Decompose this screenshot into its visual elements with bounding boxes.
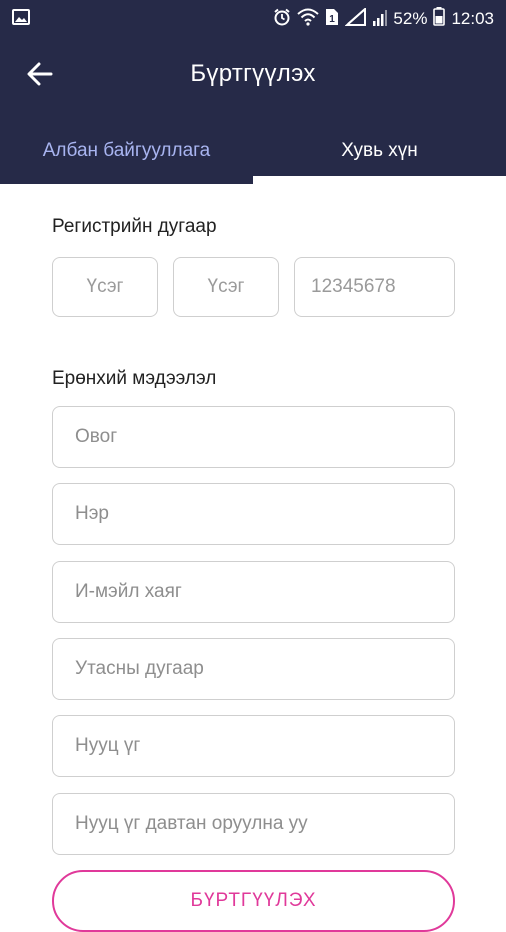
tab-organization[interactable]: Албан байгууллага (0, 118, 253, 184)
battery-percent: 52% (393, 9, 428, 28)
register-button[interactable]: БҮРТГҮҮЛЭХ (52, 870, 455, 932)
app-bar: Бүртгүүлэх (0, 40, 506, 112)
tab-individual[interactable]: Хувь хүн (253, 118, 506, 184)
registration-number-label: Регистрийн дугаар (52, 216, 217, 237)
tab-bar: Албан байгууллага Хувь хүн (0, 118, 506, 184)
register-number-input[interactable]: 12345678 (294, 257, 455, 317)
wifi-icon (297, 8, 320, 31)
clock: 12:03 (451, 9, 494, 28)
register-letter-1-input[interactable]: Үсэг (52, 257, 158, 317)
battery-icon (433, 7, 446, 31)
active-tab-indicator (253, 176, 506, 184)
svg-text:1: 1 (330, 14, 336, 25)
status-bar: 1 52% 12:03 (0, 0, 506, 34)
password-input[interactable]: Нууц үг (52, 715, 455, 777)
page-title: Бүртгүүлэх (190, 60, 316, 87)
register-letter-2-input[interactable]: Үсэг (173, 257, 279, 317)
phone-input[interactable]: Утасны дугаар (52, 638, 455, 700)
password-confirm-input[interactable]: Нууц үг давтан оруулна уу (52, 793, 455, 855)
image-icon (12, 9, 30, 30)
sim-icon: 1 (325, 8, 339, 31)
no-signal-icon (344, 6, 367, 31)
email-input[interactable]: И-мэйл хаяг (52, 561, 455, 623)
last-name-input[interactable]: Овог (52, 406, 455, 468)
general-info-label: Ерөнхий мэдээлэл (52, 368, 217, 389)
alarm-icon (273, 8, 291, 31)
registration-form: Регистрийн дугаар Үсэг Үсэг 12345678 Ерө… (0, 184, 506, 932)
first-name-input[interactable]: Нэр (52, 483, 455, 545)
signal-icon (373, 8, 388, 31)
